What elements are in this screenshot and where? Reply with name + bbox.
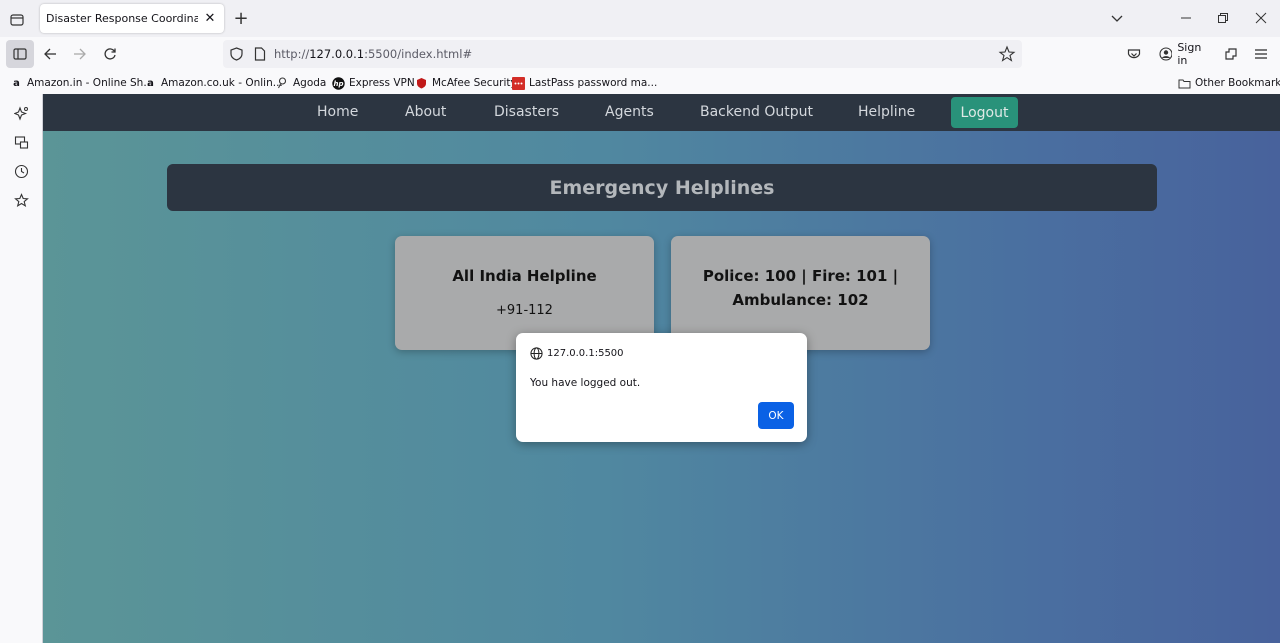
bookmark-label: LastPass password ma... — [529, 77, 658, 89]
close-window-icon[interactable] — [1250, 8, 1272, 28]
url-rest: :5500/index.html# — [364, 47, 473, 61]
lastpass-icon — [512, 76, 525, 90]
chevron-down-icon[interactable] — [1108, 9, 1126, 27]
ai-sparkle-icon[interactable] — [12, 104, 30, 122]
mcafee-icon — [415, 77, 428, 90]
page-icon[interactable] — [252, 46, 268, 62]
bookmark-item[interactable]: McAfee Security — [415, 75, 517, 91]
nav-link-backend-output[interactable]: Backend Output — [700, 94, 813, 131]
minimize-icon[interactable] — [1175, 8, 1197, 28]
logout-button[interactable]: Logout — [951, 97, 1018, 128]
nav-link-agents[interactable]: Agents — [605, 94, 654, 131]
hp-icon: hp — [332, 76, 345, 90]
other-bookmarks-label: Other Bookmarks — [1195, 77, 1280, 89]
bookmarks-toolbar: a Amazon.in - Online Sh... a Amazon.co.u… — [0, 71, 1280, 94]
bookmark-item[interactable]: Agoda — [276, 75, 326, 91]
sidebar-toggle-icon[interactable] — [6, 40, 34, 68]
bookmark-item[interactable]: a Amazon.in - Online Sh... — [10, 75, 153, 91]
nav-link-disasters[interactable]: Disasters — [494, 94, 559, 131]
sign-in-label: Sign in — [1177, 41, 1202, 67]
back-arrow-icon[interactable] — [39, 43, 61, 65]
sign-in-button[interactable]: Sign in — [1152, 40, 1214, 68]
alert-dialog: 127.0.0.1:5500 You have logged out. OK — [516, 333, 807, 442]
globe-icon — [530, 347, 543, 360]
url-text[interactable]: http://127.0.0.1:5500/index.html# — [274, 47, 472, 61]
browser-tab[interactable]: Disaster Response Coordination System ✕ — [40, 4, 224, 33]
tab-list-icon[interactable] — [6, 8, 28, 30]
site-navbar: Home About Disasters Agents Backend Outp… — [43, 94, 1280, 131]
url-host: 127.0.0.1 — [309, 47, 365, 61]
dialog-origin: 127.0.0.1:5500 — [530, 347, 624, 360]
bookmark-star-icon[interactable] — [998, 45, 1016, 63]
card-title: Police: 100 | Fire: 101 | Ambulance: 102 — [702, 267, 899, 309]
ok-button[interactable]: OK — [758, 402, 794, 429]
forward-arrow-icon[interactable] — [69, 43, 91, 65]
navigation-toolbar: http://127.0.0.1:5500/index.html# Sign i… — [0, 37, 1280, 71]
reload-icon[interactable] — [99, 43, 121, 65]
folder-icon — [1178, 77, 1191, 90]
shield-icon[interactable] — [228, 46, 244, 62]
browser-sidebar — [0, 94, 43, 643]
bookmark-label: Express VPN — [349, 77, 415, 89]
bookmark-item[interactable]: hp Express VPN — [332, 75, 415, 91]
bookmark-item[interactable]: a Amazon.co.uk - Onlin... — [144, 75, 283, 91]
bookmark-label: Amazon.in - Online Sh... — [27, 77, 154, 89]
close-icon[interactable]: ✕ — [203, 11, 217, 26]
bookmark-label: McAfee Security — [432, 77, 517, 89]
other-bookmarks[interactable]: Other Bookmarks — [1178, 75, 1280, 91]
url-prefix: http:// — [274, 47, 310, 61]
pocket-icon[interactable] — [1123, 43, 1145, 65]
card-title: All India Helpline — [452, 267, 597, 285]
url-bar[interactable]: http://127.0.0.1:5500/index.html# — [223, 40, 1022, 68]
nav-link-helpline[interactable]: Helpline — [858, 94, 915, 131]
menu-icon[interactable] — [1250, 43, 1272, 65]
dialog-origin-text: 127.0.0.1:5500 — [547, 348, 624, 359]
restore-icon[interactable] — [1212, 8, 1234, 28]
nav-link-home[interactable]: Home — [317, 94, 358, 131]
page-heading: Emergency Helplines — [167, 164, 1157, 211]
card-value: +91-112 — [496, 303, 553, 318]
bookmark-label: Amazon.co.uk - Onlin... — [161, 77, 283, 89]
tab-strip: Disaster Response Coordination System ✕ … — [0, 0, 1280, 37]
bookmark-item[interactable]: LastPass password ma... — [512, 75, 657, 91]
bookmarks-star-icon[interactable] — [12, 191, 30, 209]
amazon-icon: a — [13, 77, 20, 89]
synced-tabs-icon[interactable] — [12, 133, 30, 151]
history-icon[interactable] — [12, 162, 30, 180]
agoda-icon — [276, 77, 289, 90]
new-tab-icon[interactable]: + — [231, 8, 251, 29]
svg-text:hp: hp — [334, 80, 344, 88]
bookmark-label: Agoda — [293, 77, 327, 89]
nav-link-about[interactable]: About — [405, 94, 446, 131]
extensions-icon[interactable] — [1220, 43, 1242, 65]
amazon-icon: a — [147, 77, 154, 89]
dialog-message: You have logged out. — [530, 377, 641, 389]
account-icon — [1159, 47, 1173, 61]
tab-title: Disaster Response Coordination System — [46, 12, 198, 25]
